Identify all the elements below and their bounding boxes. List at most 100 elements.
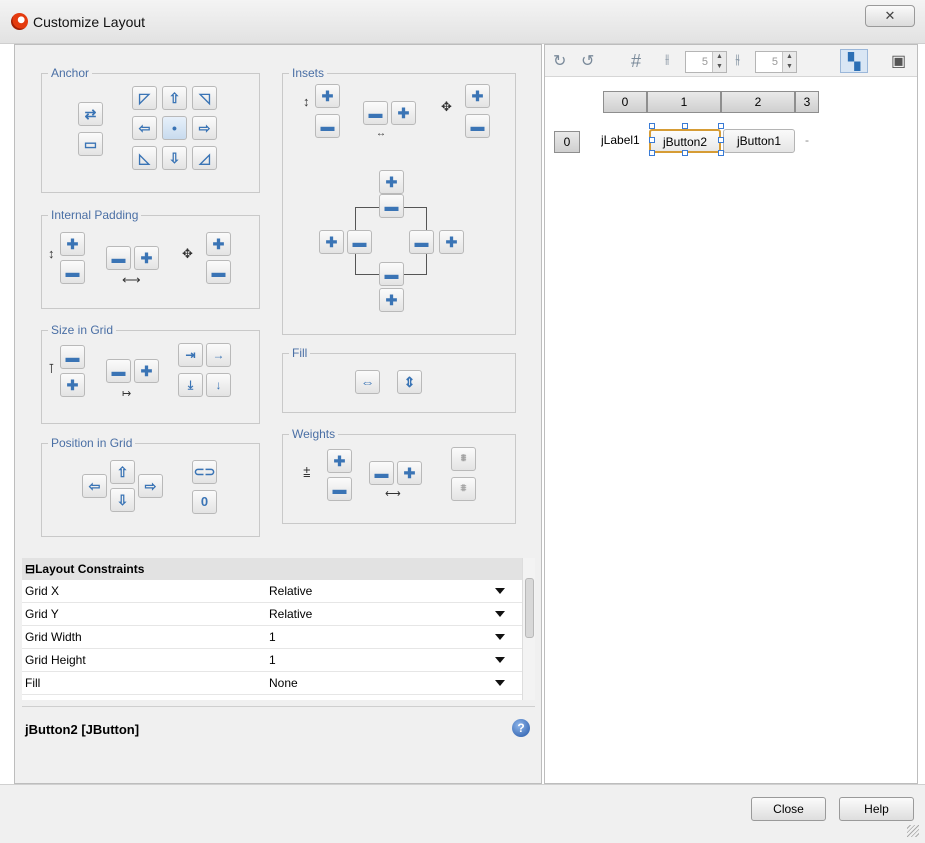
anchor-center-icon[interactable]: ▭ <box>78 132 103 156</box>
move-down-icon[interactable]: ⇩ <box>110 488 135 512</box>
undo-icon[interactable]: ↺ <box>581 51 594 71</box>
insets-all-minus-icon[interactable]: ▬ <box>465 114 490 138</box>
insets-top-minus-icon[interactable]: ▬ <box>379 194 404 218</box>
anchor-north-icon[interactable]: ⇧ <box>162 86 187 110</box>
resize-handle[interactable] <box>649 137 655 143</box>
ipad-x-plus-icon[interactable]: ✚ <box>134 246 159 270</box>
insets-left-right-plus-icon[interactable]: ✚ <box>391 101 416 125</box>
grid-width-relative-icon[interactable]: ⇥ <box>178 343 203 367</box>
grid-height-relative-icon[interactable]: ⤓ <box>178 373 203 397</box>
insets-left-minus-icon[interactable]: ▬ <box>347 230 372 254</box>
resize-handle[interactable] <box>718 123 724 129</box>
resize-handle[interactable] <box>682 150 688 156</box>
link-icon[interactable]: ⊂⊃ <box>192 460 217 484</box>
anchor-center-point-icon[interactable]: • <box>162 116 187 140</box>
column-header[interactable]: 0 <box>603 91 647 113</box>
weight-x-minus-icon[interactable]: ▬ <box>369 461 394 485</box>
insets-top-plus-icon[interactable]: ✚ <box>379 170 404 194</box>
anchor-northeast-icon[interactable]: ◹ <box>192 86 217 110</box>
resize-handle[interactable] <box>649 150 655 156</box>
redo-icon[interactable]: ↻ <box>553 51 566 71</box>
insets-bottom-minus-icon[interactable]: ▬ <box>379 262 404 286</box>
unlink-icon[interactable]: 0 <box>192 490 217 514</box>
property-value[interactable]: None <box>269 672 298 694</box>
property-row[interactable]: Grid Y Relative <box>22 603 535 626</box>
layout-constraints-header[interactable]: ⊟Layout Constraints <box>22 558 535 580</box>
resize-handle[interactable] <box>718 137 724 143</box>
property-row[interactable]: Grid X Relative <box>22 580 535 603</box>
dropdown-arrow-icon[interactable] <box>495 588 505 594</box>
dropdown-arrow-icon[interactable] <box>495 680 505 686</box>
grid-cell-empty[interactable]: - <box>805 129 819 153</box>
anchor-northwest-icon[interactable]: ◸ <box>132 86 157 110</box>
property-value[interactable]: Relative <box>269 580 312 602</box>
ipad-x-minus-icon[interactable]: ▬ <box>106 246 131 270</box>
grid-width-minus-icon[interactable]: ▬ <box>106 359 131 383</box>
insets-all-plus-icon[interactable]: ✚ <box>465 84 490 108</box>
insets-left-right-minus-icon[interactable]: ▬ <box>363 101 388 125</box>
property-row[interactable]: Grid Height 1 <box>22 649 535 672</box>
spinner-arrows-icon[interactable]: ▲ ▼ <box>782 52 796 72</box>
insets-top-bottom-plus-icon[interactable]: ✚ <box>315 84 340 108</box>
fill-horizontal-icon[interactable]: ⇔ <box>355 370 380 394</box>
grid-width-plus-icon[interactable]: ✚ <box>134 359 159 383</box>
preview-icon[interactable]: ▣ <box>891 51 906 71</box>
insets-top-bottom-minus-icon[interactable]: ▬ <box>315 114 340 138</box>
resize-handle[interactable] <box>682 123 688 129</box>
resize-handle[interactable] <box>718 150 724 156</box>
property-row[interactable]: Grid Width 1 <box>22 626 535 649</box>
ipad-y-minus-icon[interactable]: ▬ <box>60 260 85 284</box>
insets-bottom-plus-icon[interactable]: ✚ <box>379 288 404 312</box>
grid-height-remainder-icon[interactable]: ↓ <box>206 373 231 397</box>
property-value[interactable]: Relative <box>269 603 312 625</box>
grid-cell-jlabel1[interactable]: jLabel1 <box>601 129 649 153</box>
anchor-west-icon[interactable]: ⇦ <box>132 116 157 140</box>
weight-x-plus-icon[interactable]: ✚ <box>397 461 422 485</box>
column-header[interactable]: 3 <box>795 91 819 113</box>
horizontal-gap-spinner[interactable]: 5 ▲ ▼ <box>685 51 727 73</box>
close-button[interactable]: Close <box>751 797 826 821</box>
grid-height-minus-icon[interactable]: ▬ <box>60 345 85 369</box>
window-close-button[interactable]: ✕ <box>865 5 915 27</box>
collapse-icon[interactable]: ⊟ <box>25 562 35 576</box>
weight-x-equal-icon[interactable]: ⩩ <box>451 447 476 471</box>
insets-left-plus-icon[interactable]: ✚ <box>319 230 344 254</box>
row-header[interactable]: 0 <box>554 131 580 153</box>
property-value[interactable]: 1 <box>269 626 276 648</box>
move-up-icon[interactable]: ⇧ <box>110 460 135 484</box>
insets-right-minus-icon[interactable]: ▬ <box>409 230 434 254</box>
anchor-east-icon[interactable]: ⇨ <box>192 116 217 140</box>
ipad-y-plus-icon[interactable]: ✚ <box>60 232 85 256</box>
move-left-icon[interactable]: ⇦ <box>82 474 107 498</box>
weight-y-equal-icon[interactable]: ⩨ <box>451 477 476 501</box>
anchor-southwest-icon[interactable]: ◺ <box>132 146 157 170</box>
property-value[interactable]: 1 <box>269 649 276 671</box>
help-button[interactable]: Help <box>839 797 914 821</box>
grid-width-remainder-icon[interactable]: → <box>206 343 231 367</box>
anchor-baseline-icon[interactable]: ⇄ <box>78 102 103 126</box>
ipad-both-minus-icon[interactable]: ▬ <box>206 260 231 284</box>
column-header[interactable]: 1 <box>647 91 721 113</box>
dropdown-arrow-icon[interactable] <box>495 611 505 617</box>
weight-y-plus-icon[interactable]: ✚ <box>327 449 352 473</box>
move-right-icon[interactable]: ⇨ <box>138 474 163 498</box>
property-row[interactable]: Fill None <box>22 672 535 695</box>
spinner-arrows-icon[interactable]: ▲ ▼ <box>712 52 726 72</box>
resize-grip-icon[interactable] <box>907 825 919 837</box>
resize-handle[interactable] <box>649 123 655 129</box>
ipad-both-plus-icon[interactable]: ✚ <box>206 232 231 256</box>
property-scrollbar[interactable] <box>522 558 535 700</box>
weight-y-minus-icon[interactable]: ▬ <box>327 477 352 501</box>
fill-vertical-icon[interactable]: ⇕ <box>397 370 422 394</box>
help-icon[interactable]: ? <box>512 719 530 737</box>
anchor-southeast-icon[interactable]: ◿ <box>192 146 217 170</box>
grid-height-plus-icon[interactable]: ✚ <box>60 373 85 397</box>
column-header[interactable]: 2 <box>721 91 795 113</box>
scrollbar-thumb[interactable] <box>525 578 534 638</box>
insets-right-plus-icon[interactable]: ✚ <box>439 230 464 254</box>
grid-lines-icon[interactable]: # <box>631 51 641 72</box>
dropdown-arrow-icon[interactable] <box>495 634 505 640</box>
dropdown-arrow-icon[interactable] <box>495 657 505 663</box>
anchor-south-icon[interactable]: ⇩ <box>162 146 187 170</box>
vertical-gap-spinner[interactable]: 5 ▲ ▼ <box>755 51 797 73</box>
